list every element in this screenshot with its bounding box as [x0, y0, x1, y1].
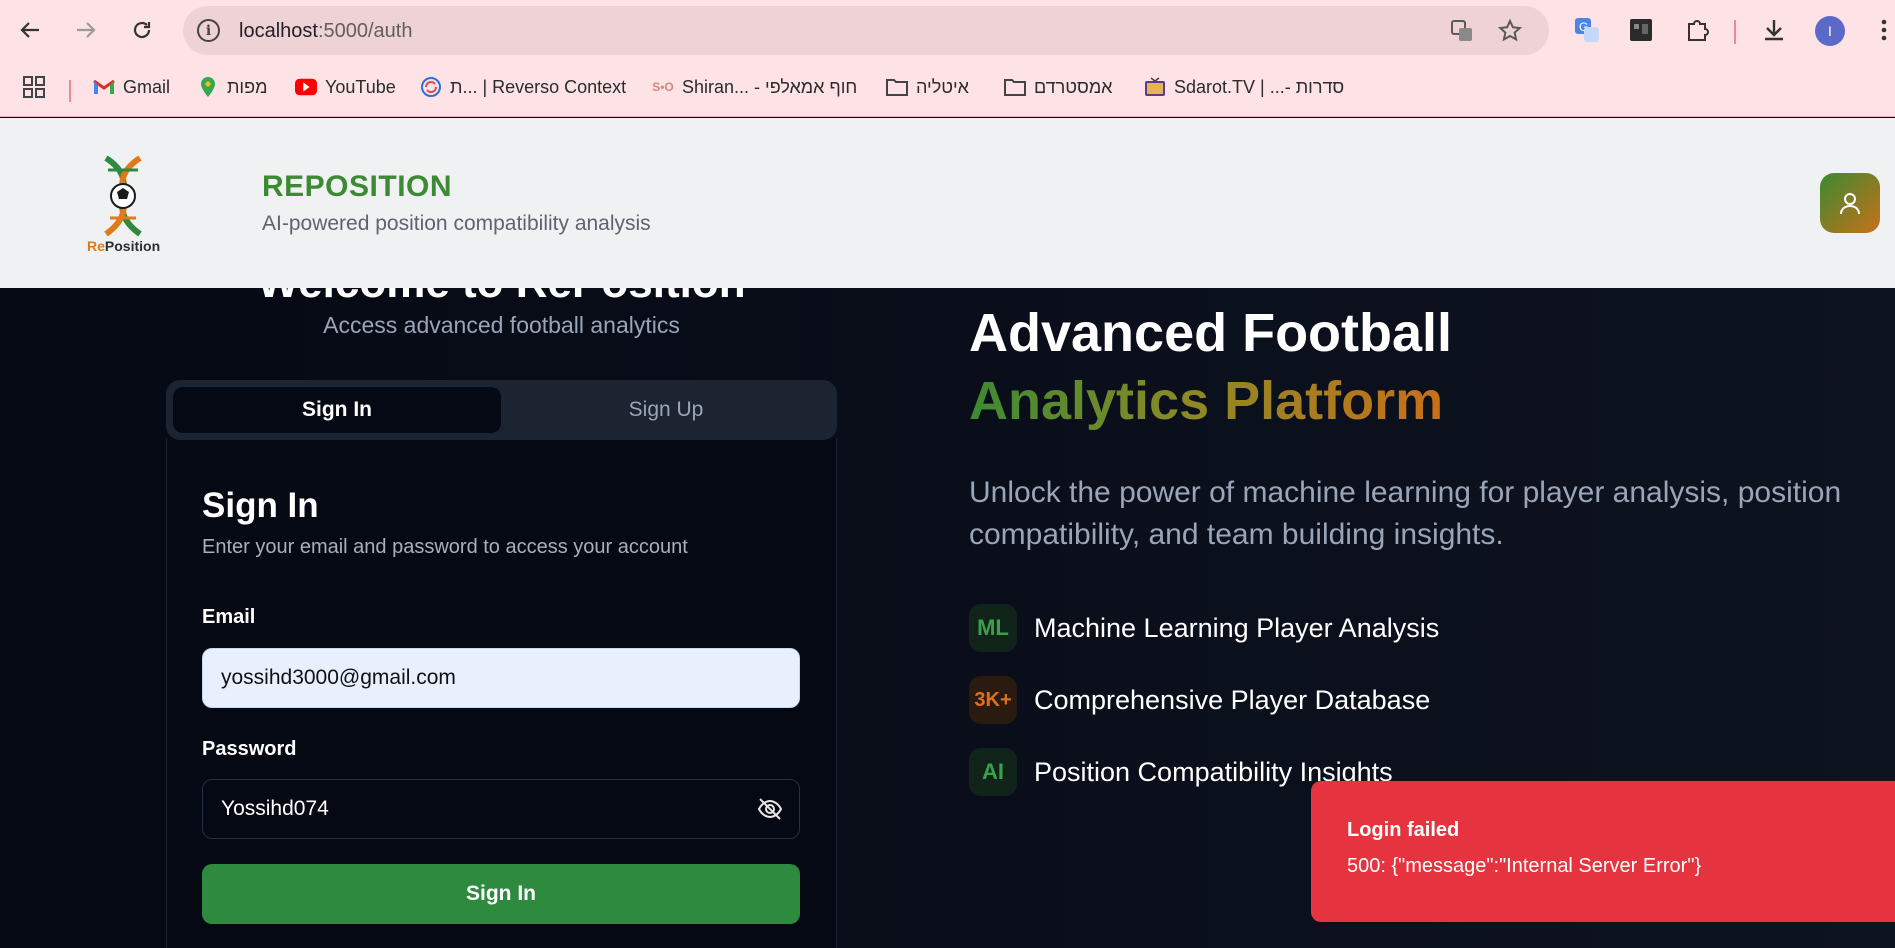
shiran-icon: S•O — [652, 80, 674, 94]
site-info-icon[interactable]: i — [197, 19, 220, 42]
url-text[interactable]: localhost:5000/auth — [239, 20, 412, 43]
bookmark-folder-italy[interactable]: איטליה — [886, 74, 969, 100]
error-toast[interactable]: Login failed 500: {"message":"Internal S… — [1311, 781, 1895, 922]
tab-sign-up[interactable]: Sign Up — [502, 387, 830, 433]
email-field[interactable]: yossihd3000@gmail.com — [202, 648, 800, 708]
youtube-icon — [295, 77, 317, 97]
sign-in-button[interactable]: Sign In — [202, 864, 800, 924]
browser-chrome: i localhost:5000/auth G I Gmail מפות You… — [0, 0, 1895, 117]
reload-button[interactable] — [124, 12, 160, 48]
bookmark-star-icon[interactable] — [1497, 18, 1523, 44]
feature-item-ml: ML Machine Learning Player Analysis — [969, 604, 1439, 652]
address-bar[interactable]: i localhost:5000/auth — [183, 6, 1549, 55]
translate-icon[interactable] — [1449, 18, 1475, 44]
url-path: :5000/auth — [317, 20, 413, 42]
bookmarks-bar: Gmail מפות YouTube ת... | Reverso Contex… — [0, 68, 1895, 104]
bookmark-youtube[interactable]: YouTube — [295, 74, 396, 100]
maps-pin-icon — [197, 77, 219, 97]
card-description: Enter your email and password to access … — [202, 536, 688, 558]
ai-badge: AI — [969, 748, 1017, 796]
menu-kebab-icon[interactable] — [1868, 14, 1895, 46]
folder-icon — [1004, 77, 1026, 97]
forward-button[interactable] — [68, 12, 104, 48]
card-title: Sign In — [202, 486, 319, 525]
toast-message: 500: {"message":"Internal Server Error"} — [1347, 855, 1702, 877]
back-button[interactable] — [12, 12, 48, 48]
feature-text: Machine Learning Player Analysis — [1034, 612, 1440, 643]
welcome-heading: Welcome to RePosition — [0, 288, 1003, 308]
ml-badge: ML — [969, 604, 1017, 652]
google-translate-extension-icon[interactable]: G — [1571, 14, 1603, 46]
email-label: Email — [202, 606, 256, 628]
toggle-password-visibility-icon[interactable] — [756, 795, 784, 823]
app-header: RePosition REPOSITION AI-powered positio… — [0, 118, 1895, 288]
tv-icon — [1144, 77, 1166, 97]
toast-title: Login failed — [1347, 819, 1460, 841]
bookmarks-divider — [69, 80, 71, 102]
bookmark-sdarot[interactable]: Sdarot.TV | ...- סדרות — [1144, 74, 1344, 100]
apps-grid-icon[interactable] — [22, 74, 46, 100]
bookmark-gmail[interactable]: Gmail — [93, 74, 170, 100]
auth-tabs: Sign In Sign Up — [166, 380, 837, 440]
tab-sign-in[interactable]: Sign In — [173, 387, 501, 433]
gmail-icon — [93, 77, 115, 97]
bookmark-maps[interactable]: מפות — [197, 74, 267, 100]
password-field[interactable]: Yossihd074 — [202, 779, 800, 839]
brand-title: REPOSITION — [262, 170, 453, 203]
bookmark-reverso[interactable]: ת... | Reverso Context — [420, 74, 626, 100]
password-label: Password — [202, 738, 297, 760]
download-icon[interactable] — [1758, 14, 1790, 46]
auth-page: Welcome to RePosition Access advanced fo… — [0, 288, 1895, 948]
toolbar-divider — [1734, 20, 1736, 44]
user-account-button[interactable] — [1820, 173, 1880, 233]
bookmark-shiran[interactable]: S•O Shiran... - חוף אמאלפי — [652, 74, 857, 100]
back-arrow-icon — [20, 22, 39, 38]
reload-icon — [133, 21, 151, 39]
3k-badge: 3K+ — [969, 676, 1017, 724]
feature-text: Comprehensive Player Database — [1034, 684, 1431, 715]
url-host: localhost — [239, 20, 318, 42]
profile-avatar[interactable]: I — [1815, 16, 1845, 46]
reverso-icon — [420, 77, 442, 97]
hero-title-line2: Analytics Platform — [969, 371, 1444, 431]
user-icon — [1840, 193, 1860, 215]
logo-text: RePosition — [87, 238, 161, 254]
brand-subtitle: AI-powered position compatibility analys… — [262, 212, 651, 235]
bookmark-folder-amsterdam[interactable]: אמסטרדם — [1004, 74, 1113, 100]
hero-title-line1: Advanced Football — [969, 303, 1453, 363]
extension-icon[interactable] — [1625, 14, 1657, 46]
welcome-subtitle: Access advanced football analytics — [323, 312, 680, 338]
feature-item-database: 3K+ Comprehensive Player Database — [969, 676, 1430, 724]
forward-arrow-icon — [77, 22, 96, 38]
extensions-puzzle-icon[interactable] — [1681, 14, 1713, 46]
hero-description: Unlock the power of machine learning for… — [969, 476, 1842, 551]
folder-icon — [886, 77, 908, 97]
